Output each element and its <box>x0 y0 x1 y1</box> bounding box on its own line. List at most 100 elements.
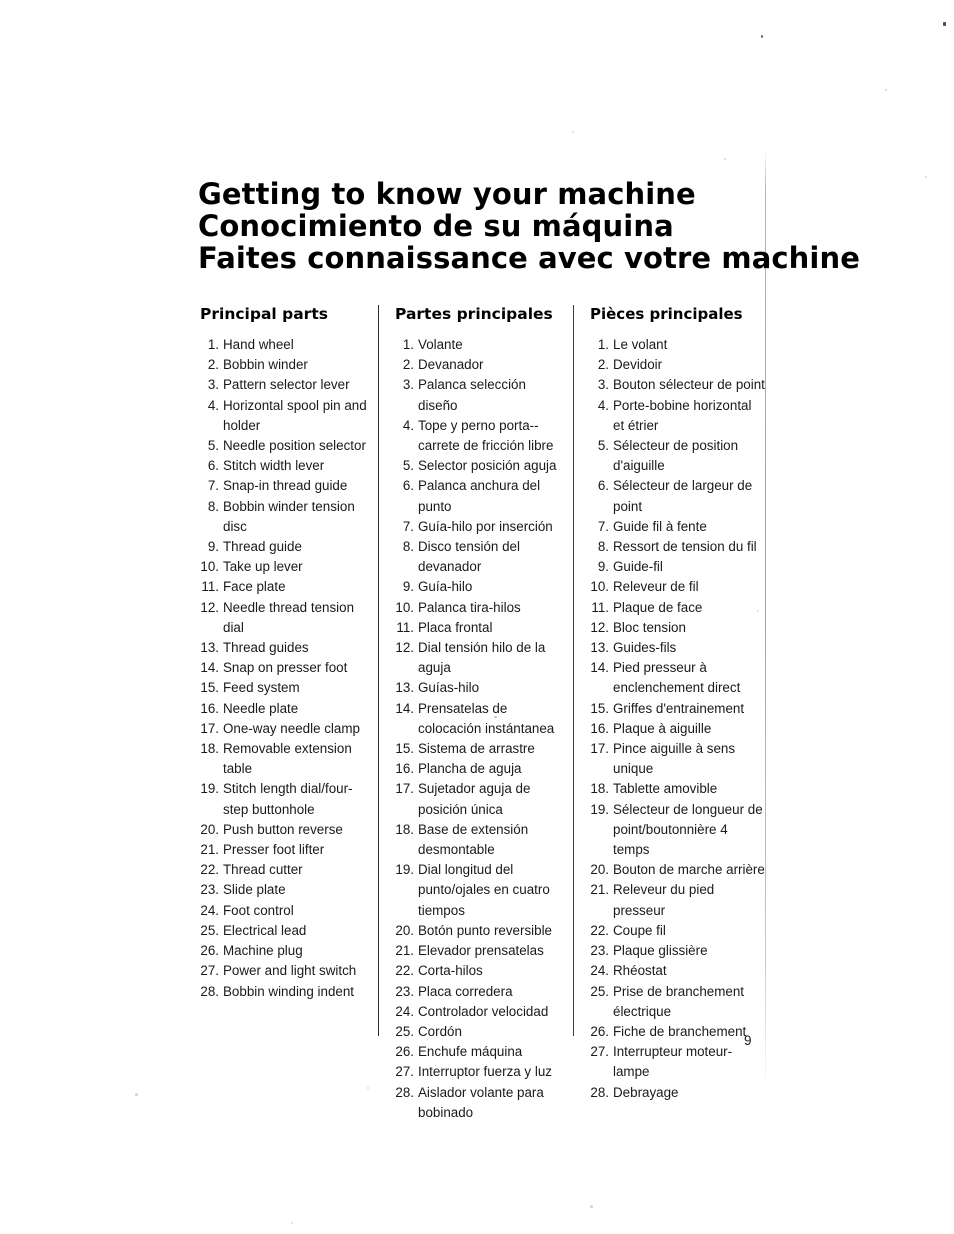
parts-list-french: 1. Le volant 2. Devidoir 3. Bouton sélecteur … <box>588 335 766 1103</box>
parts-list-spanish: 1. Volante 2. Devanador 3. Palanca selección … <box>393 335 565 1123</box>
list-item-number: 21. <box>590 882 609 898</box>
list-item: 15. Feed system <box>198 678 370 698</box>
list-item: 5. Needle position selector <box>198 436 370 456</box>
list-item-label: Guide fil à fente <box>613 518 707 534</box>
list-item: 12. Needle thread tension dial <box>198 598 370 638</box>
list-item-label: Snap-in thread guide <box>223 478 348 494</box>
list-item-label: Devanador <box>418 357 484 373</box>
list-item: 4. Horizontal spool pin and holder <box>198 396 370 436</box>
list-item: 1. Volante <box>393 335 565 355</box>
list-item-label: Thread cutter <box>223 862 303 878</box>
list-item: 19. Sélecteur de longueur de point/bouton… <box>588 800 766 861</box>
list-item-label: Thread guide <box>223 539 302 555</box>
list-item: 15. Sistema de arrastre <box>393 739 565 759</box>
list-item-label: Sélecteur de largeur de point <box>613 478 753 514</box>
list-item-number: 5. <box>402 458 414 474</box>
list-item-number: 18. <box>200 741 219 757</box>
list-item-number: 4. <box>597 397 609 413</box>
list-item: 22. Corta-hilos <box>393 961 565 981</box>
list-item-number: 8. <box>597 539 609 555</box>
list-item-label: Thread guides <box>223 640 309 656</box>
page-title-block: Getting to know your machine Conocimient… <box>198 178 860 274</box>
list-item-number: 6. <box>207 458 219 474</box>
list-item-number: 9. <box>207 539 219 555</box>
list-item: 13. Guides-fils <box>588 638 766 658</box>
list-item: 11. Face plate <box>198 577 370 597</box>
list-item-label: Palanca tira-hilos <box>418 599 521 615</box>
list-item: 24. Rhéostat <box>588 961 766 981</box>
list-item: 22. Coupe fil <box>588 921 766 941</box>
list-item-number: 23. <box>590 943 609 959</box>
list-item-number: 15. <box>590 700 609 716</box>
list-item-number: 4. <box>207 397 219 413</box>
list-item-label: Horizontal spool pin and holder <box>223 397 367 433</box>
list-item: 18. Removable extension table <box>198 739 370 779</box>
list-item-number: 6. <box>402 478 414 494</box>
list-item: 26. Machine plug <box>198 941 370 961</box>
list-item-number: 18. <box>395 821 414 837</box>
list-item: 15. Griffes d'entrainement <box>588 699 766 719</box>
list-item-number: 19. <box>590 801 609 817</box>
list-item: 8. Bobbin winder tension disc <box>198 497 370 537</box>
list-item-label: Base de extensión desmontable <box>418 821 529 858</box>
list-item: 16. Plaque à aiguille <box>588 719 766 739</box>
list-item-number: 10. <box>200 559 219 575</box>
list-item-label: Power and light switch <box>223 963 357 979</box>
list-item-number: 11. <box>396 619 414 635</box>
list-item-number: 25. <box>200 922 219 938</box>
document-page: Getting to know your machine Conocimient… <box>0 0 954 1234</box>
list-item-number: 13. <box>395 680 414 696</box>
list-item: 26. Fiche de branchement <box>588 1022 766 1042</box>
list-item-label: Push button reverse <box>223 821 343 837</box>
list-item-label: Guías-hilo <box>418 680 480 696</box>
list-item-number: 1. <box>207 337 219 352</box>
list-item-number: 16. <box>395 761 414 777</box>
list-item-label: Griffes d'entrainement <box>613 700 745 716</box>
list-item: 10. Releveur de fil <box>588 577 766 597</box>
list-item: 5. Sélecteur de position d'aiguille <box>588 436 766 476</box>
list-item-number: 14. <box>590 660 609 676</box>
list-item-number: 25. <box>395 1023 414 1039</box>
list-item: 18. Tablette amovible <box>588 779 766 799</box>
list-item-label: Ressort de tension du fil <box>613 539 757 555</box>
column-spanish: Partes principales 1. Volante 2. Devanador 3… <box>393 305 565 1123</box>
column-heading-spanish: Partes principales <box>395 305 553 323</box>
list-item-label: Porte-bobine horizontal et étrier <box>613 397 752 433</box>
list-item: 7. Guía-hilo por inserción <box>393 517 565 537</box>
list-item: 14. Prensatelas de colocación instántanea <box>393 699 565 739</box>
scan-speck <box>572 131 574 133</box>
list-item-number: 22. <box>395 963 414 979</box>
list-item: 28. Debrayage <box>588 1083 766 1103</box>
column-english: Principal parts 1. Hand wheel 2. Bobbin win… <box>198 305 370 1002</box>
list-item-label: Rhéostat <box>613 963 667 979</box>
list-item-number: 28. <box>590 1084 609 1100</box>
list-item: 21. Elevador prensatelas <box>393 941 565 961</box>
list-item-label: Dial longitud del punto/ojales en cuatro… <box>418 862 550 918</box>
list-item-label: Pied presseur à enclenchement direct <box>613 660 741 696</box>
list-item: 1. Le volant <box>588 335 766 355</box>
list-item: 9. Thread guide <box>198 537 370 557</box>
list-item-number: 15. <box>395 741 414 757</box>
list-item-label: Machine plug <box>223 943 303 959</box>
list-item-label: Pattern selector lever <box>223 377 350 393</box>
list-item-label: Hand wheel <box>223 337 294 352</box>
list-item-number: 9. <box>402 579 414 595</box>
list-item-number: 20. <box>395 922 414 938</box>
scan-speck <box>291 1222 293 1224</box>
list-item: 17. One-way needle clamp <box>198 719 370 739</box>
column-divider <box>573 305 574 1036</box>
list-item-label: Sélecteur de position d'aiguille <box>613 438 739 474</box>
list-item-label: Electrical lead <box>223 922 307 938</box>
list-item-number: 24. <box>590 963 609 979</box>
list-item-label: Disco tensión del devanador <box>418 539 520 575</box>
list-item-label: Sistema de arrastre <box>418 741 535 757</box>
list-item: 3. Bouton sélecteur de point <box>588 375 766 395</box>
list-item-number: 21. <box>200 842 219 858</box>
list-item-number: 26. <box>590 1023 609 1039</box>
scan-speck <box>885 89 887 91</box>
page-number: 9 <box>744 1033 752 1048</box>
list-item-number: 28. <box>395 1084 414 1100</box>
list-item: 6. Palanca anchura del punto <box>393 476 565 516</box>
column-french: Pièces principales 1. Le volant 2. Devidoir… <box>588 305 766 1103</box>
list-item: 25. Prise de branchement électrique <box>588 982 766 1022</box>
